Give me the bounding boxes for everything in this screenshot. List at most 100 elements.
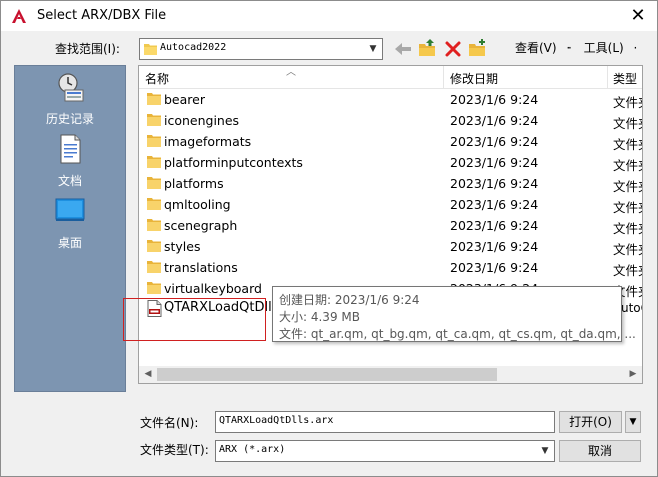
list-item[interactable]: scenegraph 2023/1/6 9:24 文件夹 <box>139 215 642 236</box>
file-name: styles <box>164 239 201 254</box>
place-documents[interactable]: 文档 <box>15 134 125 194</box>
file-date: 2023/1/6 9:24 <box>450 218 539 233</box>
tooltip-created: 创建日期: 2023/1/6 9:24 <box>279 293 420 307</box>
file-date: 2023/1/6 9:24 <box>450 239 539 254</box>
tools-menu-arrow-left: · <box>568 41 572 55</box>
folder-icon <box>147 177 161 189</box>
list-header: ︿ 名称 修改日期 类型 <box>139 66 642 89</box>
filetype-combo[interactable]: ARX (*.arx) ▼ <box>215 440 555 462</box>
folder-icon <box>147 261 161 273</box>
list-item[interactable]: styles 2023/1/6 9:24 文件夹 <box>139 236 642 257</box>
file-date: 2023/1/6 9:24 <box>450 134 539 149</box>
sort-ascending-icon: ︿ <box>286 67 296 78</box>
tools-menu[interactable]: · 工具(L) · <box>568 39 637 56</box>
view-menu[interactable]: 查看(V) · <box>515 39 570 56</box>
folder-icon <box>147 114 161 126</box>
file-date: 2023/1/6 9:24 <box>450 260 539 275</box>
scroll-right-icon[interactable]: ▶ <box>625 368 641 381</box>
folder-icon <box>147 156 161 168</box>
filename-label: 文件名(N): <box>140 416 199 430</box>
desktop-icon <box>55 198 85 221</box>
select-file-dialog: Select ARX/DBX File ✕ 查找范围(I): Autocad20… <box>0 0 658 477</box>
autocad-logo-icon <box>12 9 26 23</box>
place-desktop-label: 桌面 <box>57 236 82 250</box>
view-menu-label: 查看(V) <box>515 41 557 55</box>
place-history-label: 历史记录 <box>45 112 94 126</box>
chevron-down-icon: ▼ <box>369 44 377 54</box>
folder-icon <box>147 93 161 105</box>
folder-icon <box>147 198 161 210</box>
new-folder-icon[interactable] <box>467 38 487 58</box>
cancel-button[interactable]: 取消 <box>559 440 641 462</box>
back-arrow-icon[interactable] <box>393 39 413 59</box>
file-name: imageformats <box>164 134 252 149</box>
filename-value: QTARXLoadQtDlls.arx <box>219 415 334 426</box>
file-type: 文件夹 <box>613 179 642 194</box>
open-dropdown-button[interactable]: ▼ <box>625 411 641 433</box>
filename-input[interactable]: QTARXLoadQtDlls.arx <box>215 411 555 433</box>
file-date: 2023/1/6 9:24 <box>450 197 539 212</box>
file-tooltip: 创建日期: 2023/1/6 9:24 大小: 4.39 MB 文件: qt_a… <box>272 286 636 342</box>
file-name: scenegraph <box>164 218 238 233</box>
list-item[interactable]: platforms 2023/1/6 9:24 文件夹 <box>139 173 642 194</box>
window-title: Select ARX/DBX File <box>37 8 167 23</box>
folder-icon <box>147 282 161 294</box>
place-history[interactable]: 历史记录 <box>15 72 125 132</box>
up-folder-icon[interactable] <box>417 38 437 58</box>
filetype-label: 文件类型(T): <box>140 443 209 457</box>
scrollbar-thumb[interactable] <box>157 368 497 381</box>
lookin-combo[interactable]: Autocad2022 ▼ <box>139 38 383 60</box>
file-type: 文件夹 <box>613 95 642 110</box>
file-type: 文件夹 <box>613 242 642 257</box>
list-item[interactable]: qmltooling 2023/1/6 9:24 文件夹 <box>139 194 642 215</box>
file-date: 2023/1/6 9:24 <box>450 113 539 128</box>
folder-icon <box>147 240 161 252</box>
list-item[interactable]: bearer 2023/1/6 9:24 文件夹 <box>139 89 642 110</box>
open-button[interactable]: 打开(O) <box>559 411 622 433</box>
lookin-value: Autocad2022 <box>160 42 227 53</box>
places-bar: 历史记录 文档 桌面 <box>14 65 126 392</box>
scroll-left-icon[interactable]: ◀ <box>140 368 156 381</box>
file-date: 2023/1/6 9:24 <box>450 155 539 170</box>
column-date[interactable]: 修改日期 <box>450 70 498 87</box>
file-name: translations <box>164 260 238 275</box>
place-desktop[interactable]: 桌面 <box>15 196 125 256</box>
tools-menu-label: 工具(L) <box>583 41 624 55</box>
file-type: 文件夹 <box>613 200 642 215</box>
place-documents-label: 文档 <box>57 174 82 188</box>
file-name: platforms <box>164 176 224 191</box>
file-type: 文件夹 <box>613 116 642 131</box>
column-separator[interactable] <box>607 66 608 88</box>
file-name: qmltooling <box>164 197 231 212</box>
list-item[interactable]: translations 2023/1/6 9:24 文件夹 <box>139 257 642 278</box>
column-type[interactable]: 类型 <box>613 70 637 87</box>
close-button[interactable]: ✕ <box>619 1 657 31</box>
lookin-label: 查找范围(I): <box>55 42 120 56</box>
file-date: 2023/1/6 9:24 <box>450 92 539 107</box>
filetype-value: ARX (*.arx) <box>219 444 286 455</box>
file-type: 文件夹 <box>613 263 642 278</box>
file-type: 文件夹 <box>613 158 642 173</box>
column-name[interactable]: 名称 <box>145 70 169 87</box>
file-name: bearer <box>164 92 205 107</box>
folder-icon <box>147 219 161 231</box>
tooltip-files: 文件: qt_ar.qm, qt_bg.qm, qt_ca.qm, qt_cs.… <box>279 327 636 341</box>
file-type: 文件夹 <box>613 221 642 236</box>
tooltip-size: 大小: 4.39 MB <box>279 310 360 324</box>
list-item[interactable]: platforminputcontexts 2023/1/6 9:24 文件夹 <box>139 152 642 173</box>
file-date: 2023/1/6 9:24 <box>450 176 539 191</box>
file-name: iconengines <box>164 113 240 128</box>
horizontal-scrollbar[interactable]: ◀ ▶ <box>139 366 642 383</box>
list-item[interactable]: imageformats 2023/1/6 9:24 文件夹 <box>139 131 642 152</box>
folder-icon <box>144 44 157 55</box>
delete-icon[interactable] <box>443 39 463 59</box>
list-item[interactable]: iconengines 2023/1/6 9:24 文件夹 <box>139 110 642 131</box>
document-icon <box>60 134 81 164</box>
tools-menu-arrow: · <box>633 41 638 55</box>
history-icon <box>58 73 84 102</box>
folder-icon <box>147 135 161 147</box>
file-type: 文件夹 <box>613 137 642 152</box>
selected-file-type: utoC <box>621 301 642 315</box>
highlight-box <box>123 298 266 341</box>
column-separator[interactable] <box>443 66 444 88</box>
